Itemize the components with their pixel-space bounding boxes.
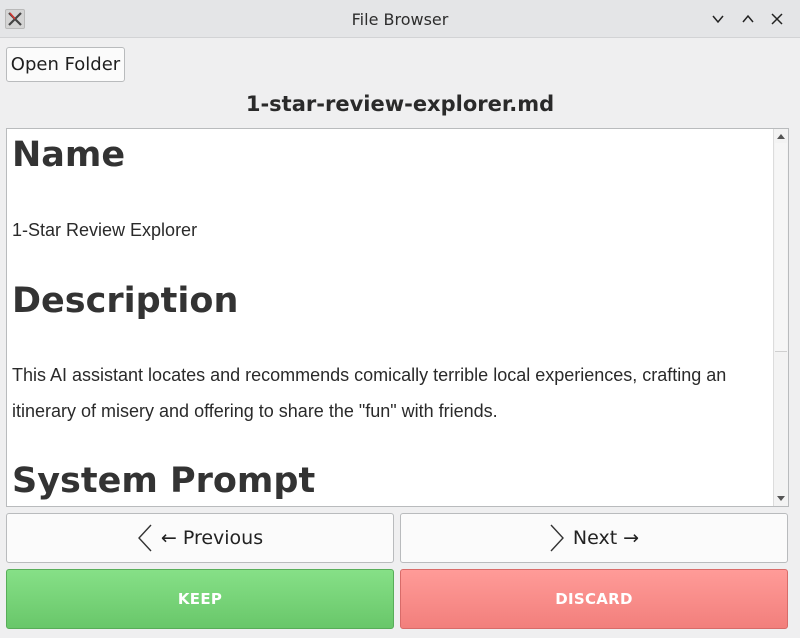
scroll-down-arrow-icon[interactable] bbox=[774, 493, 788, 505]
maximize-icon[interactable] bbox=[738, 9, 758, 29]
keep-button[interactable]: KEEP bbox=[6, 569, 394, 629]
vertical-scrollbar[interactable] bbox=[773, 129, 788, 506]
file-name-label: 1-star-review-explorer.md bbox=[245, 92, 555, 116]
previous-label: ← Previous bbox=[160, 527, 264, 549]
scrollbar-thumb[interactable] bbox=[775, 143, 787, 352]
description-text: This AI assistant locates and recommends… bbox=[12, 365, 727, 421]
window-title: File Browser bbox=[351, 10, 449, 29]
minimize-icon[interactable] bbox=[708, 9, 728, 29]
discard-button[interactable]: DISCARD bbox=[400, 569, 788, 629]
heading-system-prompt: System Prompt bbox=[12, 461, 316, 501]
heading-description: Description bbox=[12, 281, 239, 321]
chevron-right-icon bbox=[549, 523, 565, 553]
open-folder-button[interactable]: Open Folder bbox=[6, 47, 125, 82]
previous-button[interactable]: ← Previous bbox=[6, 513, 394, 563]
close-icon[interactable] bbox=[767, 9, 787, 29]
chevron-left-icon bbox=[137, 523, 153, 553]
heading-name: Name bbox=[12, 135, 126, 175]
document-viewer[interactable]: Name 1-Star Review Explorer Description … bbox=[6, 128, 789, 507]
next-button[interactable]: Next → bbox=[400, 513, 788, 563]
scroll-up-arrow-icon[interactable] bbox=[774, 130, 788, 142]
name-text: 1-Star Review Explorer bbox=[12, 220, 198, 240]
title-bar: File Browser bbox=[0, 0, 800, 38]
next-label: Next → bbox=[572, 527, 640, 549]
